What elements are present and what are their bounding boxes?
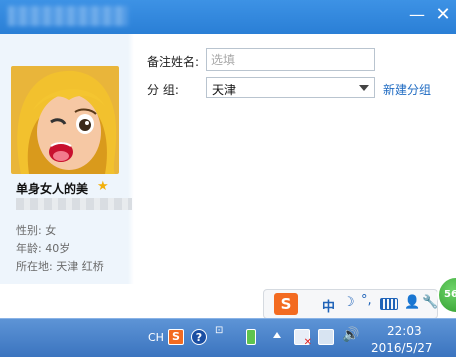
moon-icon[interactable]: ☽ (343, 295, 355, 310)
clock-date[interactable]: 2016/5/27 (371, 341, 433, 355)
age-info: 年龄: 40岁 (16, 242, 71, 255)
remark-name-input[interactable] (206, 48, 375, 71)
pen-icon[interactable]: ⊡ (215, 325, 231, 341)
user-icon[interactable]: 👤 (404, 295, 420, 310)
group-select-value: 天津 (212, 83, 237, 97)
network-disconnected-icon[interactable] (294, 329, 312, 348)
location-info: 所在地: 天津 红桥 (16, 260, 104, 273)
sogou-logo-icon[interactable]: S (274, 293, 298, 315)
star-icon: ★ (97, 179, 109, 194)
keyboard-icon[interactable] (380, 298, 398, 310)
wrench-icon[interactable]: 🔧 (422, 295, 438, 310)
group-label: 分 组: (147, 83, 179, 97)
add-friend-window: — ✕ 单身女人的美 ★ 性别: 女 年龄: 40岁 所在地: 天津 红桥 备注… (0, 0, 456, 318)
title-bar: — ✕ (0, 0, 456, 34)
title-blurred (8, 6, 128, 26)
help-icon[interactable]: ? (191, 329, 207, 345)
clock-time[interactable]: 22:03 (387, 324, 422, 338)
monitor-icon[interactable] (318, 329, 334, 345)
show-hidden-icons-icon[interactable] (273, 332, 281, 338)
speaker-icon[interactable]: 🔊 (342, 327, 359, 343)
chevron-down-icon (359, 85, 369, 91)
gender-info: 性别: 女 (16, 224, 57, 237)
ime-toolbar: S 中 ☽ °, 👤 🔧 (263, 289, 438, 319)
ime-mode-toggle[interactable]: 中 (322, 296, 335, 315)
cartoon-avatar-image (11, 66, 119, 174)
sogou-tray-icon[interactable]: S (168, 329, 184, 345)
taskbar: CH S ? ⊡ 🔊 22:03 2016/5/27 (0, 318, 456, 357)
group-select[interactable]: 天津 (206, 77, 375, 98)
avatar (11, 66, 119, 174)
new-group-link[interactable]: 新建分组 (383, 81, 431, 98)
close-button[interactable]: ✕ (432, 4, 454, 26)
language-indicator[interactable]: CH (148, 331, 164, 344)
punctuation-icon[interactable]: °, (361, 293, 372, 308)
remark-name-label: 备注姓名: (147, 55, 200, 69)
account-id-blurred (16, 198, 132, 210)
battery-icon[interactable] (246, 329, 256, 345)
dialog-content: 单身女人的美 ★ 性别: 女 年龄: 40岁 所在地: 天津 红桥 备注姓名: … (0, 34, 456, 284)
minimize-button[interactable]: — (406, 4, 428, 26)
nickname: 单身女人的美 (16, 182, 89, 196)
